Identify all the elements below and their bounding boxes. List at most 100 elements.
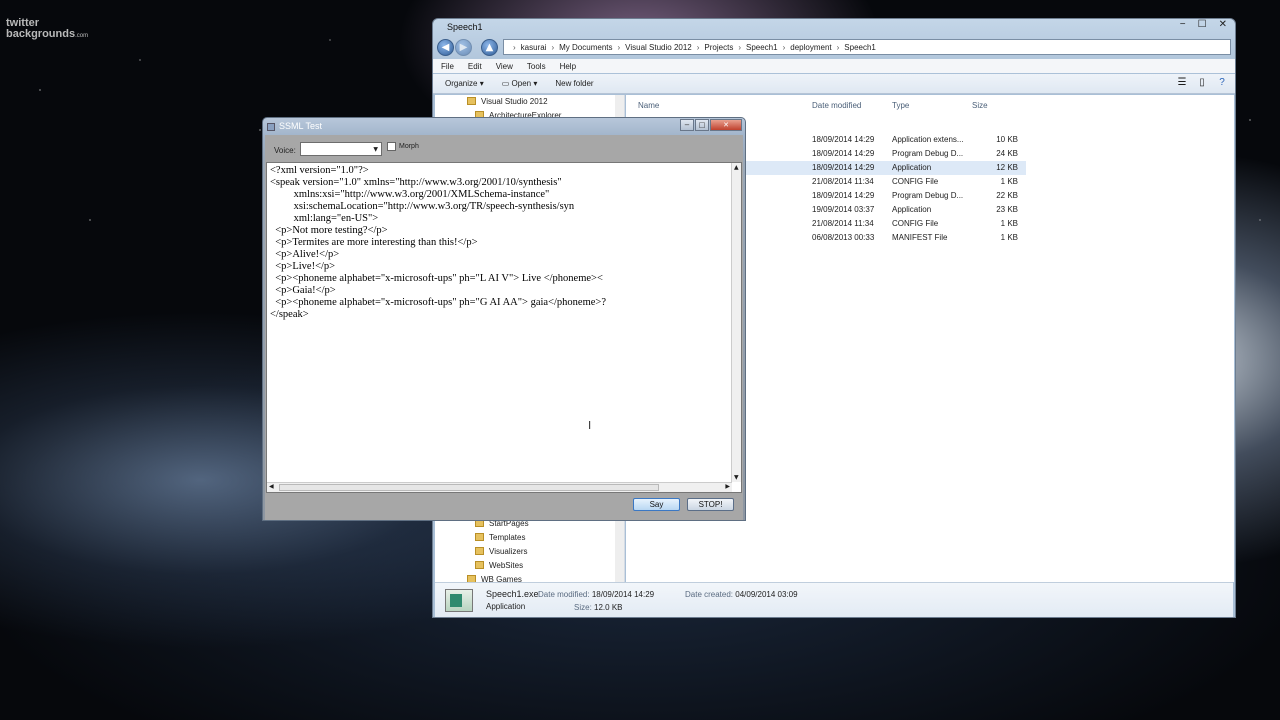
column-name[interactable]: Name <box>638 101 659 115</box>
nav-tree-item[interactable]: WB Games <box>435 573 624 582</box>
file-size: 10 KB <box>996 135 1018 144</box>
breadcrumb-item[interactable]: kasurai <box>521 43 547 52</box>
ssml-text-line: xsi:schemaLocation="http://www.w3.org/TR… <box>270 201 575 212</box>
voice-select[interactable]: ▼ <box>300 142 382 156</box>
organize-label: Organize <box>445 79 478 88</box>
ssml-text-line: <p><phoneme alphabet="x-microsoft-ups" p… <box>270 273 603 284</box>
address-row: ◀ ▶ ▲ › kasurai › My Documents › Visual Studi… <box>433 37 1235 57</box>
details-pane: Speech1.exe Application Date modified: 1… <box>435 582 1233 617</box>
breadcrumb-item[interactable]: My Documents <box>559 43 612 52</box>
file-date: 18/09/2014 14:29 <box>812 163 875 172</box>
new-folder-button[interactable]: New folder <box>555 79 593 88</box>
breadcrumb-item[interactable]: deployment <box>790 43 831 52</box>
ssml-text-line: <p>Alive!</p> <box>270 249 340 260</box>
help-icon[interactable]: ? <box>1215 77 1229 91</box>
file-date: 06/08/2013 00:33 <box>812 233 875 242</box>
folder-icon <box>475 533 484 541</box>
open-button[interactable]: ▭ Open ▾ <box>502 79 538 88</box>
watermark-suffix: .com <box>75 33 89 39</box>
file-date: 18/09/2014 14:29 <box>812 149 875 158</box>
column-type[interactable]: Type <box>892 101 909 115</box>
file-type: CONFIG File <box>892 219 939 228</box>
scroll-left-icon[interactable]: ◀ <box>269 483 274 490</box>
nav-tree-item[interactable]: Visualizers <box>435 545 624 559</box>
created-value: 04/09/2014 03:09 <box>735 590 798 599</box>
up-arrow-icon[interactable]: ▲ <box>481 39 498 56</box>
scroll-right-icon[interactable]: ▶ <box>725 483 730 490</box>
breadcrumb-separator-icon[interactable]: › <box>618 43 621 52</box>
file-size: 1 KB <box>1000 233 1018 242</box>
horizontal-scrollbar[interactable]: ◀ ▶ <box>267 482 732 492</box>
menu-item[interactable]: File <box>441 62 454 71</box>
column-date[interactable]: Date modified <box>812 101 861 115</box>
ssml-close-button[interactable]: ✕ <box>710 119 742 131</box>
ssml-title: SSML Test <box>279 121 323 131</box>
breadcrumb-separator-icon[interactable]: › <box>783 43 786 52</box>
preview-pane-icon[interactable]: ▯ <box>1195 77 1209 91</box>
breadcrumb-separator-icon[interactable]: › <box>837 43 840 52</box>
file-date: 21/08/2014 11:34 <box>812 177 874 186</box>
file-type: CONFIG File <box>892 177 939 186</box>
nav-tree-label: Visualizers <box>489 547 528 556</box>
ssml-text-line: <p>Live!</p> <box>270 261 336 272</box>
menu-item[interactable]: Tools <box>527 62 546 71</box>
chevron-down-icon: ▼ <box>373 146 378 153</box>
folder-icon <box>467 575 476 582</box>
menu-item[interactable]: View <box>496 62 513 71</box>
nav-tree-item[interactable]: WebSites <box>435 559 624 573</box>
views-icon[interactable]: ☰ <box>1175 77 1189 91</box>
file-date: 18/09/2014 14:29 <box>812 191 875 200</box>
vertical-scrollbar[interactable]: ▲ ▼ <box>731 163 741 482</box>
file-type: Program Debug D... <box>892 149 964 158</box>
folder-icon <box>467 97 476 105</box>
back-arrow-icon[interactable]: ◀ <box>437 39 454 56</box>
forward-arrow-icon[interactable]: ▶ <box>455 39 472 56</box>
horizontal-scroll-thumb[interactable] <box>279 484 659 491</box>
nav-tree-item[interactable]: Visual Studio 2012 <box>435 95 624 109</box>
ssml-minimize-button[interactable]: − <box>680 119 694 131</box>
file-size: 12 KB <box>996 163 1018 172</box>
size-label: Size: <box>574 603 592 612</box>
say-button[interactable]: Say <box>633 498 680 511</box>
organize-button[interactable]: Organize ▾ <box>445 79 484 88</box>
breadcrumb-item[interactable]: Speech1 <box>746 43 778 52</box>
explorer-title: Speech1 <box>447 22 483 32</box>
address-bar[interactable]: › kasurai › My Documents › Visual Studio 2012… <box>503 39 1231 55</box>
nav-tree-label: Visual Studio 2012 <box>481 97 548 106</box>
close-button[interactable]: ✕ <box>1219 19 1227 30</box>
maximize-button[interactable]: ☐ <box>1198 19 1207 30</box>
nav-tree-item[interactable]: Templates <box>435 531 624 545</box>
ssml-text-line: <p>Not more testing?</p> <box>270 225 388 236</box>
minimize-button[interactable]: − <box>1180 19 1186 30</box>
scroll-down-icon[interactable]: ▼ <box>734 474 739 481</box>
open-label: Open <box>511 79 532 88</box>
morph-checkbox[interactable] <box>387 142 396 151</box>
ssml-maximize-button[interactable]: □ <box>695 119 709 131</box>
column-size[interactable]: Size <box>972 101 988 115</box>
breadcrumb-separator-icon[interactable]: › <box>697 43 700 52</box>
application-icon <box>445 589 473 612</box>
breadcrumb-separator-icon[interactable]: › <box>738 43 741 52</box>
breadcrumb-item[interactable]: Projects <box>704 43 733 52</box>
breadcrumb-separator-icon[interactable]: › <box>513 43 516 52</box>
menu-item[interactable]: Help <box>560 62 576 71</box>
breadcrumb-separator-icon[interactable]: › <box>551 43 554 52</box>
stop-button[interactable]: STOP! <box>687 498 734 511</box>
file-date: 18/09/2014 14:29 <box>812 135 875 144</box>
file-size: 23 KB <box>996 205 1018 214</box>
nav-tree-label: WebSites <box>489 561 524 570</box>
menu-item[interactable]: Edit <box>468 62 482 71</box>
created-label: Date created: <box>685 590 734 599</box>
details-size: Size: 12.0 KB <box>574 603 623 612</box>
menu-bar: File Edit View Tools Help <box>433 59 1235 73</box>
file-size: 22 KB <box>996 191 1018 200</box>
scroll-up-icon[interactable]: ▲ <box>734 164 739 171</box>
nav-tree-bottom: StartPages Templates Visualizers WebSites WB… <box>435 517 624 582</box>
ssml-text-editor[interactable]: <?xml version="1.0"?> <speak version="1.0… <box>266 162 742 493</box>
file-size: 1 KB <box>1000 219 1018 228</box>
details-filename: Speech1.exe <box>486 589 539 599</box>
breadcrumb-item[interactable]: Speech1 <box>844 43 876 52</box>
breadcrumb-item[interactable]: Visual Studio 2012 <box>625 43 692 52</box>
wallpaper-watermark: twitter backgrounds.com <box>6 18 88 42</box>
morph-label: Morph <box>399 143 419 150</box>
